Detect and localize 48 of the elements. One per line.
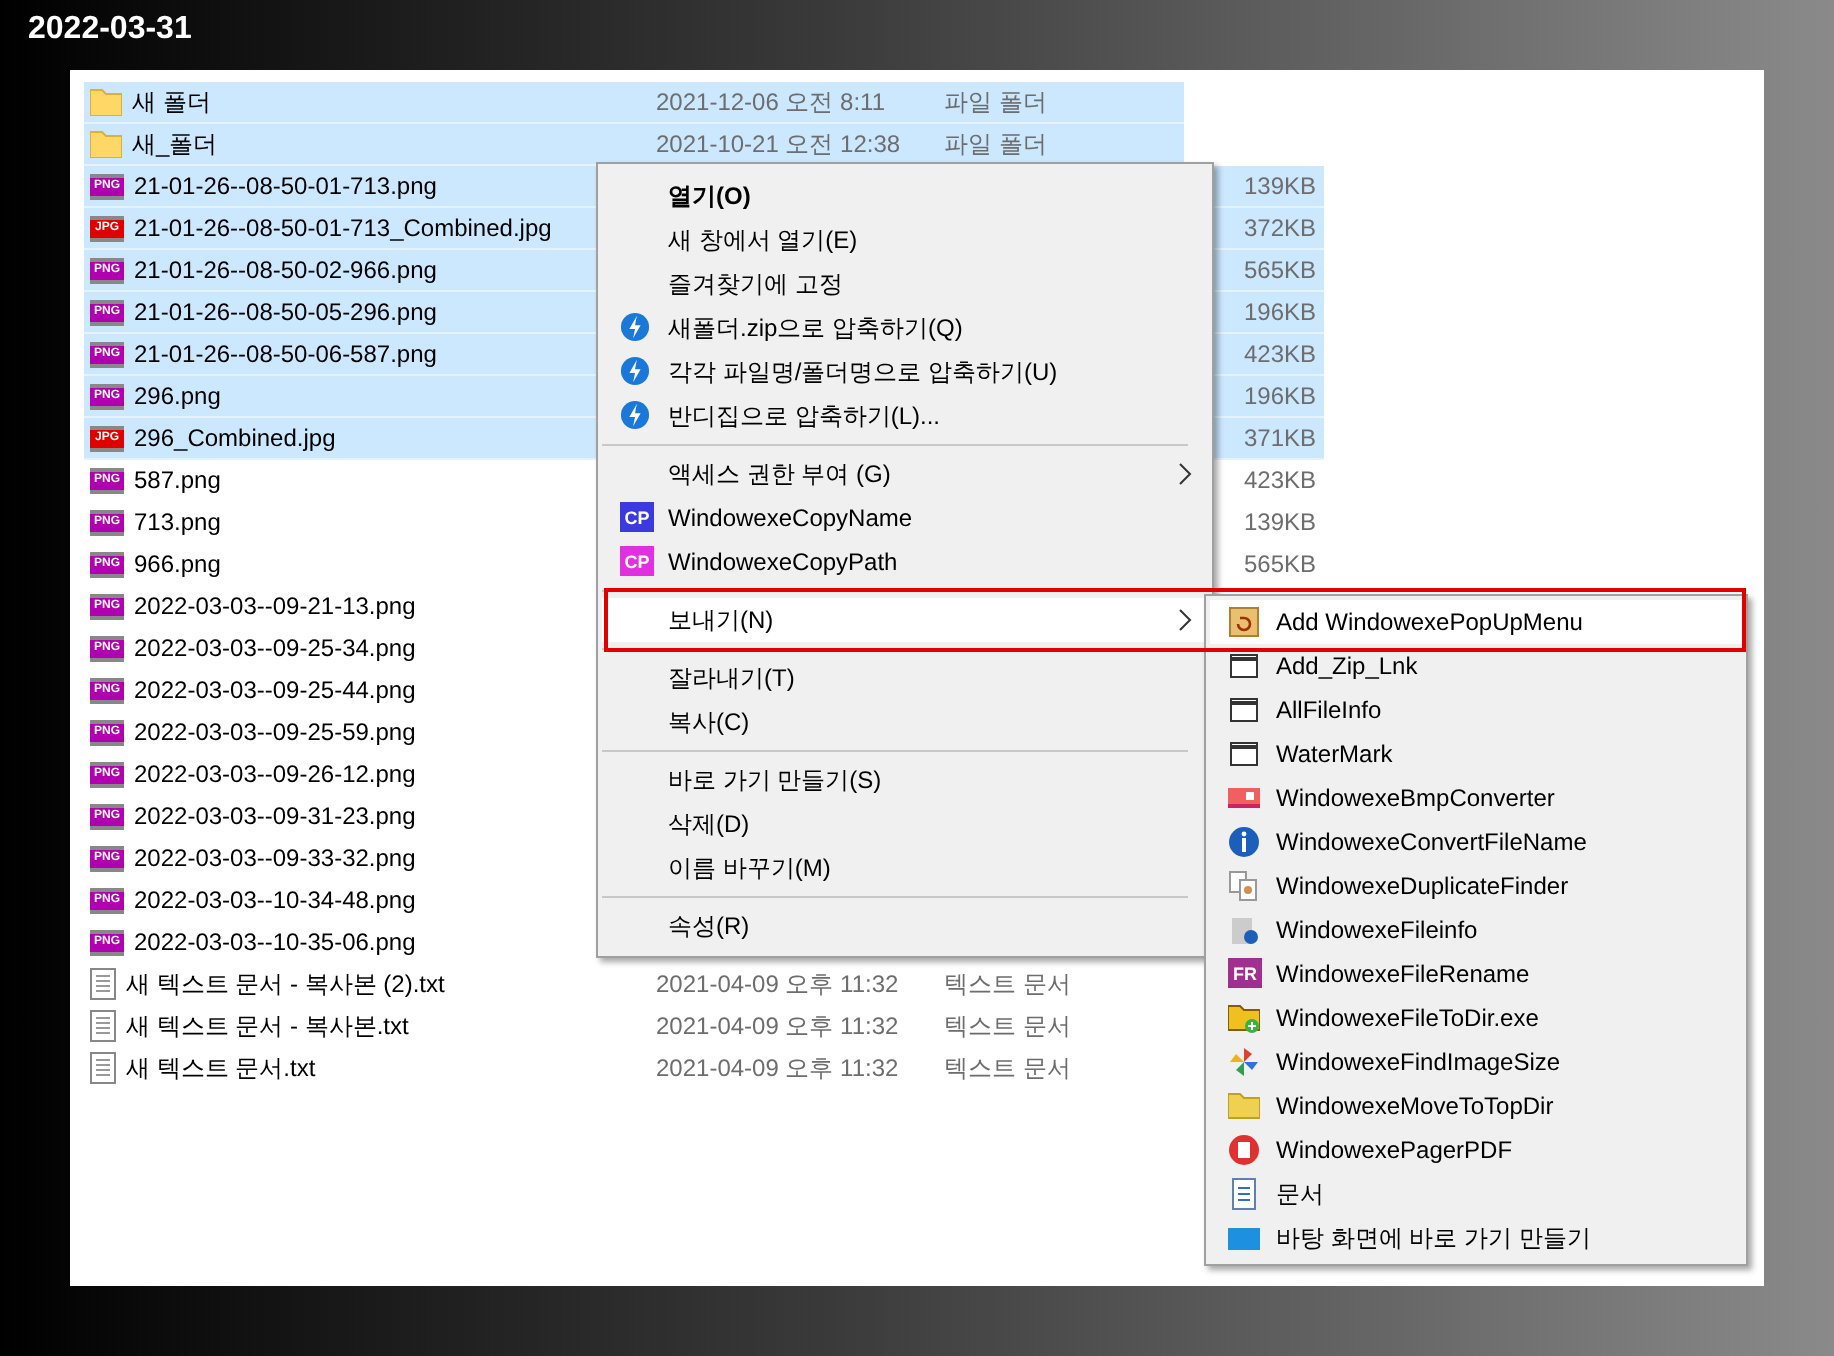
file-size: 139KB: [1241, 508, 1316, 536]
file-size: 423KB: [1241, 466, 1316, 494]
file-name: 2022-03-03--09-26-12.png: [134, 760, 416, 788]
file-name: 21-01-26--08-50-05-296.png: [134, 298, 437, 326]
file-date: 2021-12-06 오전 8:11: [656, 85, 888, 119]
file-name: 2022-03-03--09-33-32.png: [134, 844, 416, 872]
file-name: 2022-03-03--10-35-06.png: [134, 928, 416, 956]
app-logo: CP: [620, 502, 654, 532]
date-title: 2022-03-31: [28, 12, 194, 50]
file-date: 2021-04-09 오후 11:32: [656, 1051, 901, 1085]
file-type: 텍스트 문서: [944, 967, 1073, 1001]
file-size: 565KB: [1241, 550, 1316, 578]
file-name: 966.png: [134, 550, 221, 578]
file-name: 713.png: [134, 508, 221, 536]
file-size: 196KB: [1241, 382, 1316, 410]
file-name: 새_폴더: [132, 127, 218, 161]
file-date: 2021-10-21 오전 12:38: [656, 127, 903, 161]
file-name: 21-01-26--08-50-06-587.png: [134, 340, 437, 368]
file-name: 새 텍스트 문서 - 복사본.txt: [126, 1009, 409, 1043]
file-size: 565KB: [1241, 256, 1316, 284]
file-type: 텍스트 문서: [944, 1051, 1073, 1085]
file-name: 21-01-26--08-50-02-966.png: [134, 256, 437, 284]
file-name: 2022-03-03--09-25-34.png: [134, 634, 416, 662]
file-date: 2021-04-09 오후 11:32: [656, 1009, 901, 1043]
file-name: 2022-03-03--09-31-23.png: [134, 802, 416, 830]
file-name: 2022-03-03--09-25-44.png: [134, 676, 416, 704]
file-size: 371KB: [1241, 424, 1316, 452]
file-size: 196KB: [1241, 298, 1316, 326]
file-type: 파일 폴더: [944, 127, 1049, 161]
file-name: 2022-03-03--10-34-48.png: [134, 886, 416, 914]
app-logo: CP: [620, 546, 654, 576]
file-name: 2022-03-03--09-21-13.png: [134, 592, 416, 620]
file-size: 423KB: [1241, 340, 1316, 368]
file-name: 587.png: [134, 466, 221, 494]
file-type: 파일 폴더: [944, 85, 1049, 119]
file-name: 296_Combined.jpg: [134, 424, 336, 452]
file-name: 새 텍스트 문서.txt: [126, 1051, 316, 1085]
file-name: 21-01-26--08-50-01-713.png: [134, 172, 437, 200]
file-name: 296.png: [134, 382, 221, 410]
file-size: 372KB: [1241, 214, 1316, 242]
file-name: 21-01-26--08-50-01-713_Combined.jpg: [134, 214, 552, 242]
file-date: 2021-04-09 오후 11:32: [656, 967, 901, 1001]
app-logo: FR: [1228, 958, 1262, 988]
file-type: 텍스트 문서: [944, 1009, 1073, 1043]
file-name: 2022-03-03--09-25-59.png: [134, 718, 416, 746]
file-size: 139KB: [1241, 172, 1316, 200]
file-name: 새 폴더: [132, 85, 211, 119]
file-name: 새 텍스트 문서 - 복사본 (2).txt: [126, 967, 445, 1001]
